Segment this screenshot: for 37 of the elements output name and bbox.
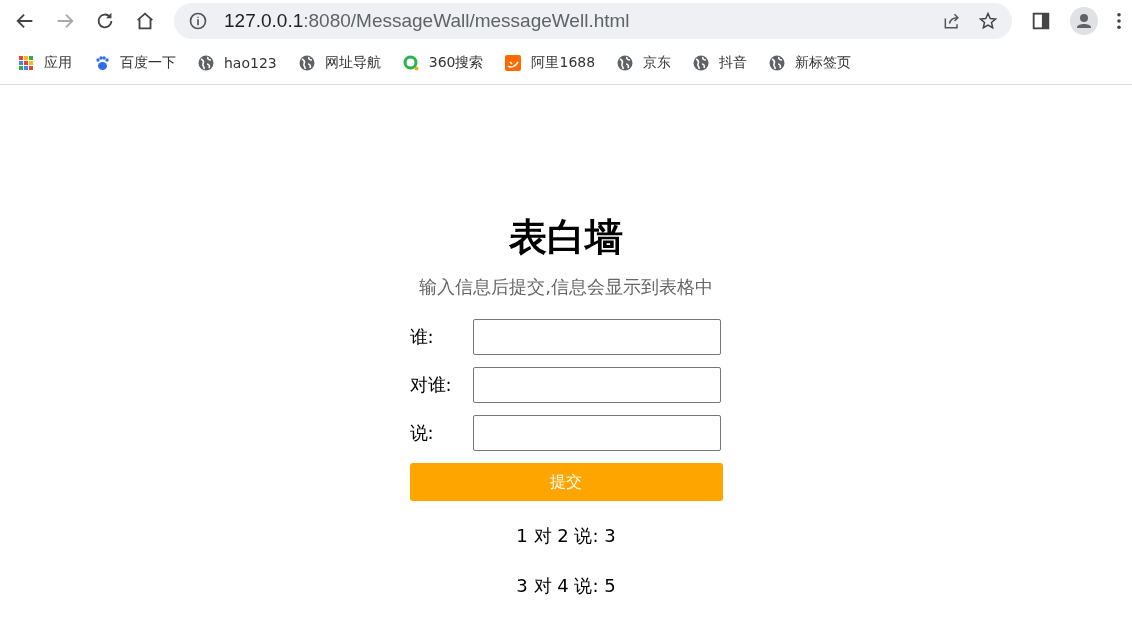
globe-icon [298,55,315,71]
message-text: 1 对 2 说: 3 [515,524,617,548]
profile-avatar-icon[interactable] [1070,7,1098,35]
bookmark-link[interactable]: 百度一下 [94,54,176,72]
home-icon[interactable] [134,10,156,32]
ring-icon [402,55,419,71]
globe-icon [198,55,214,71]
bookmark-link[interactable]: 360搜索 [402,54,484,72]
url-text: 127.0.0.1:8080/MessageWall/messageWell.html [224,10,630,32]
more-menu-icon[interactable] [1116,12,1122,30]
address-bar[interactable]: 127.0.0.1:8080/MessageWall/messageWell.html [174,3,1012,39]
smile-logo-icon [505,55,522,71]
globe-icon [693,55,710,71]
bookmark-link[interactable]: 京东 [617,54,672,72]
bookmark-link[interactable]: 新标签页 [769,54,852,72]
info-icon[interactable] [188,11,208,31]
bookmark-link[interactable]: 抖音 [693,54,748,72]
field-label: 谁: [409,325,435,349]
bookmark-link[interactable]: 阿里1688 [505,54,596,72]
field-label: 对谁: [409,373,453,397]
input-field[interactable] [472,415,721,451]
apps-grid-icon [18,55,34,71]
bookmark-link[interactable]: 应用 [18,54,72,72]
share-icon[interactable] [942,11,962,31]
subtitle: 输入信息后提交,信息会显示到表格中 [418,275,714,299]
input-field[interactable] [472,319,721,355]
field-label: 说: [409,421,435,445]
bookmark-link[interactable]: hao123 [198,55,277,71]
globe-icon [769,55,786,71]
input-field[interactable] [472,367,721,403]
star-icon[interactable] [978,11,998,31]
paw-icon [94,55,110,71]
side-panel-icon[interactable] [1030,10,1052,32]
globe-icon [617,55,634,71]
message-text: 3 对 4 说: 5 [515,574,617,598]
bookmark-link[interactable]: 网址导航 [298,54,381,72]
page-title: 表白墙 [508,214,624,261]
